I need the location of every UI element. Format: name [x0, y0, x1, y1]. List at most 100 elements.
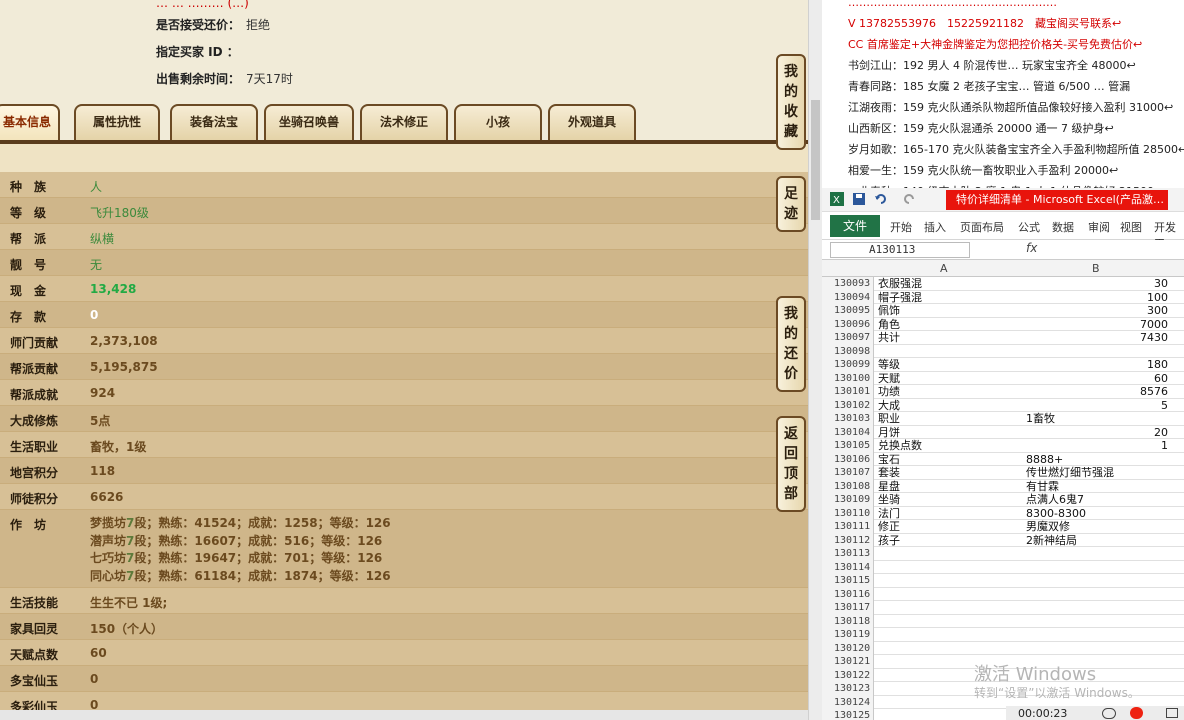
undo-icon[interactable] [874, 192, 888, 206]
row-number[interactable]: 130096 [822, 317, 874, 331]
row-number[interactable]: 130116 [822, 587, 874, 601]
row-number[interactable]: 130119 [822, 628, 874, 642]
cell-b[interactable]: 5 [1026, 399, 1168, 412]
row-number[interactable]: 130113 [822, 547, 874, 561]
row-number[interactable]: 130112 [822, 533, 874, 547]
row-number[interactable]: 130095 [822, 304, 874, 318]
cell-b[interactable]: 20 [1026, 426, 1168, 439]
side-button-0[interactable]: 我的收藏 [776, 54, 806, 150]
scroll-thumb[interactable] [811, 100, 820, 220]
ribbon-tab[interactable]: 公式 [1018, 219, 1040, 235]
cell-a[interactable]: 法门 [878, 507, 1022, 520]
row-number[interactable]: 130098 [822, 344, 874, 358]
row-number[interactable]: 130093 [822, 277, 874, 291]
cell-b[interactable]: 8576 [1026, 385, 1168, 398]
row-number[interactable]: 130121 [822, 655, 874, 669]
cell-b[interactable]: 传世燃灯细节强混 [1026, 466, 1168, 479]
row-number[interactable]: 130125 [822, 709, 874, 720]
row-number[interactable]: 130117 [822, 601, 874, 615]
column-header-b[interactable]: B [1092, 262, 1100, 275]
cell-a[interactable]: 共计 [878, 331, 1022, 344]
tab-6[interactable]: 外观道具 [548, 104, 636, 140]
row-number[interactable]: 130109 [822, 493, 874, 507]
ribbon-tab[interactable]: 开始 [890, 219, 912, 235]
ribbon-tab[interactable]: 数据 [1052, 219, 1074, 235]
row-number[interactable]: 130102 [822, 398, 874, 412]
row-number[interactable]: 130100 [822, 371, 874, 385]
cell-b[interactable]: 8888+ [1026, 453, 1168, 466]
cell-a[interactable]: 角色 [878, 318, 1022, 331]
cell-a[interactable]: 宝石 [878, 453, 1022, 466]
cell-b[interactable]: 2新神结局 [1026, 534, 1168, 547]
cell-a[interactable]: 孩子 [878, 534, 1022, 547]
cell-b[interactable]: 7430 [1026, 331, 1168, 344]
stop-icon[interactable] [1166, 708, 1178, 718]
row-number[interactable]: 130104 [822, 425, 874, 439]
ribbon-tab[interactable]: 视图 [1120, 219, 1142, 235]
tab-0[interactable]: 基本信息 [0, 104, 60, 140]
file-tab[interactable]: 文件 [830, 215, 880, 237]
side-button-1[interactable]: 足迹 [776, 176, 806, 232]
row-number[interactable]: 130115 [822, 574, 874, 588]
cell-a[interactable]: 等级 [878, 358, 1022, 371]
cell-b[interactable]: 100 [1026, 291, 1168, 304]
fx-icon[interactable]: fx [1026, 241, 1037, 255]
tab-1[interactable]: 属性抗性 [74, 104, 160, 140]
row-number[interactable]: 130094 [822, 290, 874, 304]
cell-a[interactable]: 兑换点数 [878, 439, 1022, 452]
row-number[interactable]: 130101 [822, 385, 874, 399]
cell-a[interactable]: 佩饰 [878, 304, 1022, 317]
cell-a[interactable]: 功绩 [878, 385, 1022, 398]
row-number[interactable]: 130111 [822, 520, 874, 534]
horizontal-scrollbar[interactable] [0, 710, 808, 720]
row-number[interactable]: 130108 [822, 479, 874, 493]
record-icon[interactable] [1130, 707, 1143, 719]
cell-b[interactable]: 30 [1026, 277, 1168, 290]
row-number[interactable]: 130097 [822, 331, 874, 345]
tab-2[interactable]: 装备法宝 [170, 104, 258, 140]
row-number[interactable]: 130124 [822, 695, 874, 709]
side-button-3[interactable]: 返回顶部 [776, 416, 806, 512]
cell-b[interactable]: 1 [1026, 439, 1168, 452]
cell-a[interactable]: 大成 [878, 399, 1022, 412]
cell-a[interactable]: 月饼 [878, 426, 1022, 439]
cell-a[interactable]: 帽子强混 [878, 291, 1022, 304]
row-number[interactable]: 130122 [822, 668, 874, 682]
cell-a[interactable]: 星盘 [878, 480, 1022, 493]
cell-b[interactable]: 有甘霖 [1026, 480, 1168, 493]
row-number[interactable]: 130103 [822, 412, 874, 426]
row-number[interactable]: 130123 [822, 682, 874, 696]
row-number[interactable]: 130106 [822, 452, 874, 466]
row-number[interactable]: 130105 [822, 439, 874, 453]
pause-icon[interactable] [1102, 708, 1116, 719]
column-header-a[interactable]: A [940, 262, 948, 275]
cell-a[interactable]: 衣服强混 [878, 277, 1022, 290]
row-number[interactable]: 130110 [822, 506, 874, 520]
row-number[interactable]: 130099 [822, 358, 874, 372]
cell-a[interactable]: 修正 [878, 520, 1022, 533]
cell-a[interactable]: 天赋 [878, 372, 1022, 385]
vertical-scrollbar[interactable] [808, 0, 822, 720]
cell-b[interactable]: 180 [1026, 358, 1168, 371]
name-box[interactable]: A130113 [830, 242, 970, 258]
cell-b[interactable]: 男魔双修 [1026, 520, 1168, 533]
row-number[interactable]: 130120 [822, 641, 874, 655]
cell-b[interactable]: 1畜牧 [1026, 412, 1168, 425]
cell-b[interactable]: 300 [1026, 304, 1168, 317]
row-number[interactable]: 130118 [822, 614, 874, 628]
cell-a[interactable]: 套装 [878, 466, 1022, 479]
ribbon-tab[interactable]: 插入 [924, 219, 946, 235]
ribbon-tab[interactable]: 页面布局 [960, 219, 1004, 235]
cell-b[interactable]: 点满人6鬼7 [1026, 493, 1168, 506]
side-button-2[interactable]: 我的还价 [776, 296, 806, 392]
tab-3[interactable]: 坐骑召唤兽 [264, 104, 354, 140]
cell-a[interactable]: 职业 [878, 412, 1022, 425]
ribbon-tab[interactable]: 审阅 [1088, 219, 1110, 235]
cell-b[interactable]: 7000 [1026, 318, 1168, 331]
tab-4[interactable]: 法术修正 [360, 104, 448, 140]
cell-a[interactable]: 坐骑 [878, 493, 1022, 506]
tab-5[interactable]: 小孩 [454, 104, 542, 140]
save-icon[interactable] [852, 192, 866, 206]
row-number[interactable]: 130114 [822, 560, 874, 574]
redo-icon[interactable] [902, 192, 916, 206]
